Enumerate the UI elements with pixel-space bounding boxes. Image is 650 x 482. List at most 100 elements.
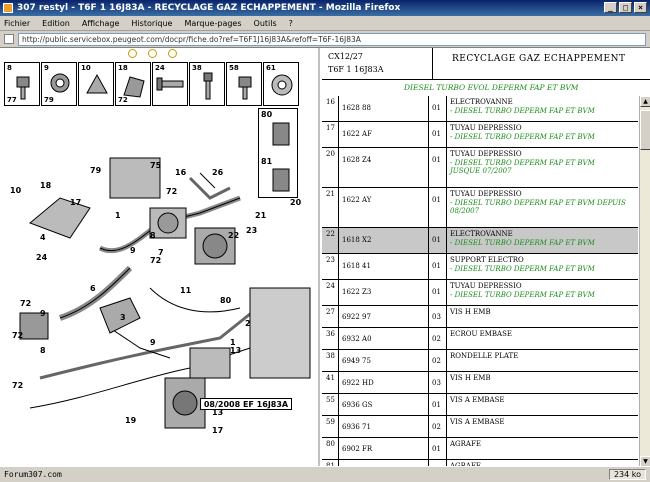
table-row[interactable]: 41 6922 HD 03 VIS H EMB	[322, 372, 638, 394]
row-index: 59	[326, 418, 335, 426]
menu-outils[interactable]: Outils	[254, 19, 277, 28]
table-row[interactable]: 59 6936 71 02 VIS A EMBASE	[322, 416, 638, 438]
menu-help[interactable]: ?	[289, 19, 293, 28]
row-quantity: 03	[432, 313, 441, 321]
row-index: 23	[326, 256, 335, 264]
row-designation: TUYAU DEPRESSIO	[450, 282, 522, 290]
table-row[interactable]: 23 1618 41 01 SUPPORT ELECTRO - DIESEL TURBO…	[322, 254, 638, 280]
row-designation: VIS A EMBASE	[450, 418, 505, 426]
row-reference: 6936 71	[342, 423, 371, 431]
svg-text:10: 10	[10, 186, 22, 195]
row-designation: ELECTROVANNE	[450, 230, 513, 238]
firefox-icon	[3, 3, 13, 13]
row-reference: 1618 41	[342, 262, 371, 270]
row-reference: 1628 Z4	[342, 156, 372, 164]
svg-text:80: 80	[220, 296, 232, 305]
row-index: 24	[326, 282, 335, 290]
menu-historique[interactable]: Historique	[131, 19, 172, 28]
row-note: - DIESEL TURBO DEPERM FAP ET BVM DEPUIS …	[450, 199, 626, 215]
svg-text:1: 1	[115, 211, 121, 220]
svg-text:17: 17	[70, 198, 81, 207]
row-quantity: 01	[432, 130, 441, 138]
window-title: 307 restyl - T6F 1 16J83A - RECYCLAGE GA…	[17, 3, 401, 13]
table-row[interactable]: 27 6922 97 03 VIS H EMB	[322, 306, 638, 328]
svg-text:4: 4	[40, 233, 46, 242]
svg-text:3: 3	[120, 313, 126, 322]
row-quantity: 01	[432, 196, 441, 204]
row-index: 16	[326, 98, 335, 106]
row-designation: AGRAFE	[450, 440, 481, 448]
svg-text:9: 9	[150, 338, 156, 347]
table-row[interactable]: 80 6902 FR 01 AGRAFE	[322, 438, 638, 460]
address-bar: http://public.servicebox.peugeot.com/doc…	[0, 31, 650, 47]
svg-text:23: 23	[246, 226, 257, 235]
menu-marque-pages[interactable]: Marque-pages	[184, 19, 241, 28]
row-quantity: 01	[432, 104, 441, 112]
svg-text:7: 7	[158, 248, 164, 257]
row-quantity: 02	[432, 335, 441, 343]
parts-header: CX12/27 T6F 1 16J83A RECYCLAGE GAZ ECHAP…	[322, 48, 650, 80]
row-quantity: 01	[432, 288, 441, 296]
row-index: 20	[326, 150, 335, 158]
page-icon	[4, 34, 14, 44]
table-row[interactable]: 24 1622 Z3 01 TUYAU DEPRESSIO - DIESEL TURBO…	[322, 280, 638, 306]
svg-text:17: 17	[212, 426, 223, 435]
row-reference: 6949 75	[342, 357, 371, 365]
window-titlebar: 307 restyl - T6F 1 16J83A - RECYCLAGE GA…	[0, 0, 650, 16]
scroll-up-icon[interactable]: ▲	[640, 96, 650, 107]
row-note: - DIESEL TURBO DEPERM FAP ET BVM	[450, 133, 595, 141]
parts-title: RECYCLAGE GAZ ECHAPPEMENT	[452, 54, 626, 64]
row-reference: 1628 88	[342, 104, 371, 112]
row-quantity: 01	[432, 156, 441, 164]
row-note: - DIESEL TURBO DEPERM FAP ET BVM	[450, 265, 595, 273]
svg-text:8: 8	[150, 231, 156, 240]
row-reference: 6936 GS	[342, 401, 373, 409]
row-index: 41	[326, 374, 335, 382]
row-quantity: 02	[432, 357, 441, 365]
close-button[interactable]: ×	[634, 2, 647, 13]
svg-text:20: 20	[290, 198, 302, 207]
row-designation: RONDELLE PLATE	[450, 352, 519, 360]
row-quantity: 01	[432, 262, 441, 270]
parts-scrollbar[interactable]: ▲ ▼	[639, 96, 650, 467]
svg-text:16: 16	[175, 168, 187, 177]
table-row[interactable]: 38 6949 75 02 RONDELLE PLATE	[322, 350, 638, 372]
menu-affichage[interactable]: Affichage	[82, 19, 120, 28]
menu-bar: Fichier Edition Affichage Historique Mar…	[0, 16, 650, 31]
minimize-button[interactable]: _	[604, 2, 617, 13]
page-content: 8 77 9 79 10 18 72 24 38 58 61 80 81 10 …	[0, 47, 650, 482]
row-reference: 6902 FR	[342, 445, 373, 453]
parts-list-pane: CX12/27 T6F 1 16J83A RECYCLAGE GAZ ECHAP…	[322, 48, 650, 482]
svg-text:26: 26	[212, 168, 224, 177]
svg-text:19: 19	[125, 416, 137, 425]
table-row[interactable]: 22 1618 X2 01 ELECTROVANNE - DIESEL TURBO DE…	[322, 228, 638, 254]
svg-text:72: 72	[150, 256, 161, 265]
row-index: 36	[326, 330, 335, 338]
row-index: 22	[326, 230, 335, 238]
maximize-button[interactable]: □	[619, 2, 632, 13]
url-input[interactable]: http://public.servicebox.peugeot.com/doc…	[18, 32, 646, 46]
scroll-thumb[interactable]	[640, 110, 650, 150]
table-row[interactable]: 16 1628 88 01 ELECTROVANNE - DIESEL TURBO DE…	[322, 96, 638, 122]
row-reference: 6922 97	[342, 313, 371, 321]
svg-text:13: 13	[230, 346, 241, 355]
svg-text:75: 75	[150, 161, 162, 170]
table-row[interactable]: 17 1622 AF 01 TUYAU DEPRESSIO - DIESEL TURBO…	[322, 122, 638, 148]
table-row[interactable]: 20 1628 Z4 01 TUYAU DEPRESSIO - DIESEL TURBO…	[322, 148, 638, 188]
svg-text:8: 8	[40, 346, 46, 355]
row-designation: VIS H EMB	[450, 308, 491, 316]
status-text: Forum307.com	[4, 470, 62, 479]
svg-text:9: 9	[40, 309, 46, 318]
row-reference: 1618 X2	[342, 236, 372, 244]
table-row[interactable]: 55 6936 GS 01 VIS A EMBASE	[322, 394, 638, 416]
parts-code: CX12/27	[328, 52, 363, 61]
menu-fichier[interactable]: Fichier	[4, 19, 30, 28]
menu-edition[interactable]: Edition	[42, 19, 70, 28]
row-note: - DIESEL TURBO DEPERM FAP ET BVM JUSQUE …	[450, 159, 595, 175]
row-quantity: 01	[432, 445, 441, 453]
table-row[interactable]: 36 6932 A0 02 ECROU EMBASE	[322, 328, 638, 350]
table-row[interactable]: 21 1622 AY 01 TUYAU DEPRESSIO - DIESEL TURBO…	[322, 188, 638, 228]
row-designation: TUYAU DEPRESSIO	[450, 150, 522, 158]
row-reference: 6922 HD	[342, 379, 374, 387]
row-note: - DIESEL TURBO DEPERM FAP ET BVM	[450, 291, 595, 299]
